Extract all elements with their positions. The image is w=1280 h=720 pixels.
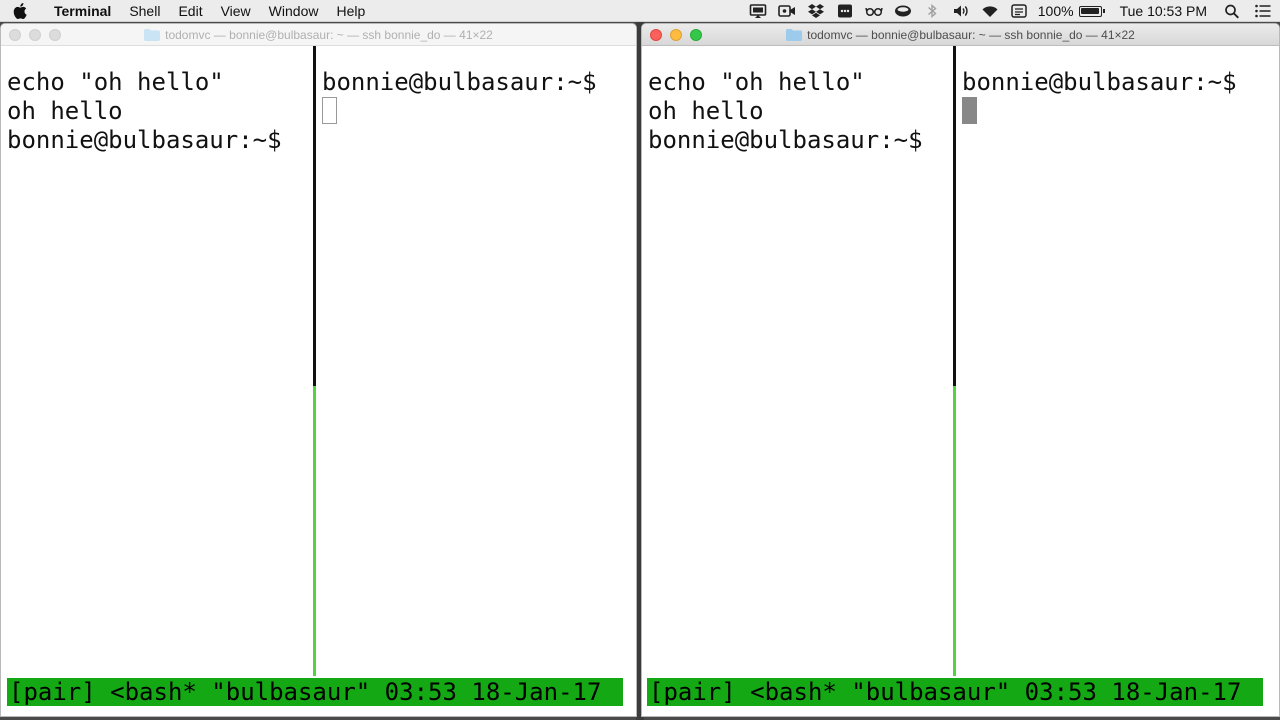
window-titlebar[interactable]: todomvc — bonnie@bulbasaur: ~ — ssh bonn… bbox=[1, 24, 636, 46]
terminal-window-active[interactable]: todomvc — bonnie@bulbasaur: ~ — ssh bonn… bbox=[641, 23, 1280, 717]
pane-divider[interactable] bbox=[313, 46, 316, 386]
tmux-pane-right[interactable]: bonnie@bulbasaur:~$ bbox=[962, 68, 1279, 126]
terminal-content[interactable]: echo "oh hello" oh hello bonnie@bulbasau… bbox=[642, 46, 1279, 716]
screen-mirror-icon[interactable] bbox=[744, 0, 773, 22]
terminal-line: echo "oh hello" bbox=[648, 68, 865, 96]
terminal-line: echo "oh hello" bbox=[7, 68, 224, 96]
battery-indicator[interactable]: 100% bbox=[1034, 3, 1108, 19]
close-button[interactable] bbox=[650, 29, 662, 41]
terminal-line: oh hello bbox=[7, 97, 123, 125]
pane-divider-active[interactable] bbox=[313, 386, 316, 676]
pane-divider-active[interactable] bbox=[953, 386, 956, 676]
menu-extras: 100% Tue 10:53 PM bbox=[744, 0, 1280, 22]
keyboard-input-icon[interactable] bbox=[1005, 0, 1034, 22]
terminal-cursor bbox=[962, 97, 977, 124]
terminal-window-inactive[interactable]: todomvc — bonnie@bulbasaur: ~ — ssh bonn… bbox=[0, 23, 637, 717]
volume-icon[interactable] bbox=[947, 0, 976, 22]
menu-shell[interactable]: Shell bbox=[120, 0, 169, 22]
menu-clock[interactable]: Tue 10:53 PM bbox=[1108, 3, 1217, 19]
bowl-icon[interactable] bbox=[889, 0, 918, 22]
window-controls bbox=[650, 29, 702, 41]
tmux-status-bar: [pair] <bash* "bulbasaur" 03:53 18-Jan-1… bbox=[647, 678, 1263, 706]
menu-help[interactable]: Help bbox=[327, 0, 374, 22]
menu-app-terminal[interactable]: Terminal bbox=[40, 0, 120, 22]
maximize-button[interactable] bbox=[49, 29, 61, 41]
window-title: todomvc — bonnie@bulbasaur: ~ — ssh bonn… bbox=[165, 27, 493, 42]
terminal-cursor bbox=[322, 97, 337, 124]
maximize-button[interactable] bbox=[690, 29, 702, 41]
close-button[interactable] bbox=[9, 29, 21, 41]
apple-icon[interactable] bbox=[0, 0, 40, 22]
tmux-pane-left[interactable]: echo "oh hello" oh hello bonnie@bulbasau… bbox=[7, 68, 312, 155]
bluetooth-icon[interactable] bbox=[918, 0, 947, 22]
terminal-prompt: bonnie@bulbasaur:~$ bbox=[962, 68, 1237, 96]
terminal-line: oh hello bbox=[648, 97, 764, 125]
pane-divider[interactable] bbox=[953, 46, 956, 386]
menu-bar: Terminal Shell Edit View Window Help 100… bbox=[0, 0, 1280, 22]
window-titlebar[interactable]: todomvc — bonnie@bulbasaur: ~ — ssh bonn… bbox=[642, 24, 1279, 46]
terminal-prompt: bonnie@bulbasaur:~$ bbox=[322, 68, 597, 96]
tmux-pane-left[interactable]: echo "oh hello" oh hello bonnie@bulbasau… bbox=[648, 68, 953, 155]
dropbox-icon[interactable] bbox=[802, 0, 831, 22]
notification-center-icon[interactable] bbox=[1246, 0, 1280, 22]
terminal-line: bonnie@bulbasaur:~$ bbox=[7, 126, 282, 154]
window-title: todomvc — bonnie@bulbasaur: ~ — ssh bonn… bbox=[807, 27, 1135, 42]
menu-view[interactable]: View bbox=[212, 0, 260, 22]
wifi-icon[interactable] bbox=[976, 0, 1005, 22]
tmux-status-bar: [pair] <bash* "bulbasaur" 03:53 18-Jan-1… bbox=[7, 678, 623, 706]
spotlight-search-icon[interactable] bbox=[1217, 0, 1246, 22]
folder-icon bbox=[786, 28, 803, 41]
menu-window[interactable]: Window bbox=[260, 0, 328, 22]
window-controls bbox=[9, 29, 61, 41]
minimize-button[interactable] bbox=[670, 29, 682, 41]
battery-percent: 100% bbox=[1037, 3, 1074, 19]
terminal-line: bonnie@bulbasaur:~$ bbox=[648, 126, 923, 154]
folder-icon bbox=[144, 28, 161, 41]
menu-edit[interactable]: Edit bbox=[169, 0, 211, 22]
battery-icon bbox=[1078, 5, 1105, 17]
tmux-pane-right[interactable]: bonnie@bulbasaur:~$ bbox=[322, 68, 636, 126]
terminal-content[interactable]: echo "oh hello" oh hello bonnie@bulbasau… bbox=[1, 46, 636, 716]
messages-icon[interactable] bbox=[831, 0, 860, 22]
video-camera-icon[interactable] bbox=[773, 0, 802, 22]
glasses-icon[interactable] bbox=[860, 0, 889, 22]
minimize-button[interactable] bbox=[29, 29, 41, 41]
